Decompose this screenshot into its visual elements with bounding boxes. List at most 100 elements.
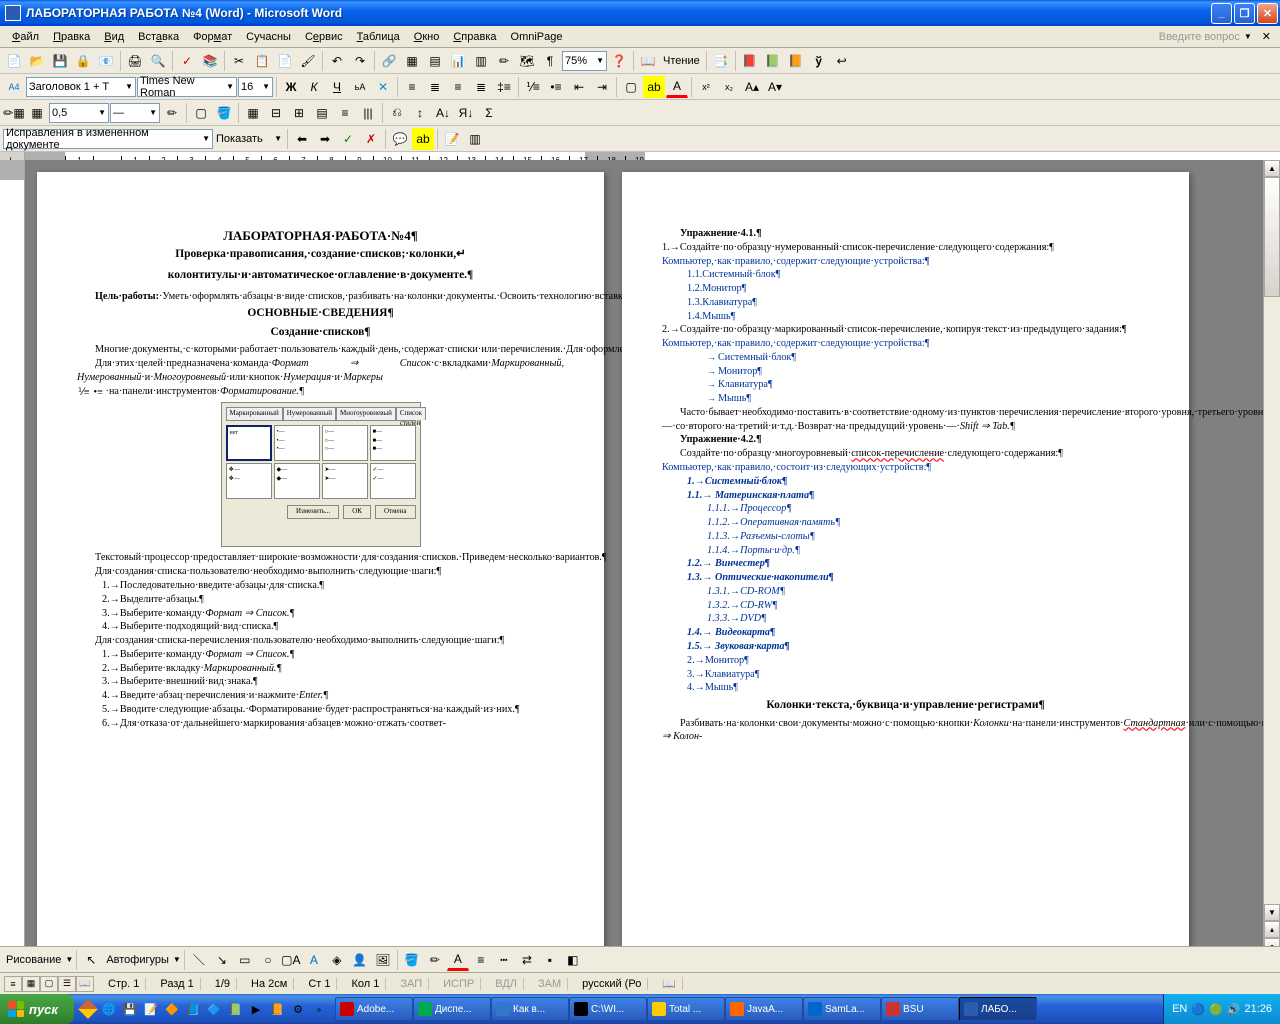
doc-close-button[interactable]: ✕ xyxy=(1258,30,1275,43)
select-objects-button[interactable]: ↖ xyxy=(80,949,102,971)
outline-view-button[interactable]: ☰ xyxy=(58,976,76,992)
sort-asc-button[interactable]: A↓ xyxy=(432,102,454,124)
menu-edit[interactable]: Правка xyxy=(46,29,97,45)
align-right-button[interactable]: ≡ xyxy=(447,76,469,98)
help-button[interactable]: ❓ xyxy=(608,50,630,72)
reading-view-button[interactable]: 📖 xyxy=(76,976,94,992)
ql-app2-icon[interactable]: 📘 xyxy=(183,998,203,1020)
reading-label[interactable]: Чтение xyxy=(660,55,703,67)
merge-cells-button[interactable]: ⊟ xyxy=(265,102,287,124)
align-cell-button[interactable]: ▤ xyxy=(311,102,333,124)
omni-btn1[interactable]: 📑 xyxy=(710,50,732,72)
scroll-up-button[interactable]: ▲ xyxy=(1264,160,1280,177)
text-direction-button[interactable]: ↕ xyxy=(409,102,431,124)
tray-clock[interactable]: 21:26 xyxy=(1244,1003,1272,1015)
hyperlink-button[interactable]: 🔗 xyxy=(378,50,400,72)
font-color2-button[interactable]: A xyxy=(447,949,469,971)
tray-icon2[interactable]: 🟢 xyxy=(1209,1003,1223,1016)
font-size-combo[interactable]: 16▼ xyxy=(238,77,273,97)
menu-format[interactable]: Формат xyxy=(186,29,239,45)
display-for-review-combo[interactable]: Исправления в измененном документе▼ xyxy=(3,129,213,149)
rectangle-button[interactable]: ▭ xyxy=(234,949,256,971)
accept-button[interactable]: ✓ xyxy=(337,128,359,150)
shading-color-button[interactable]: 🪣 xyxy=(213,102,235,124)
omni-btn3[interactable]: 📗 xyxy=(762,50,784,72)
close-button[interactable]: ✕ xyxy=(1257,3,1278,24)
autoformat-button[interactable]: ⎌ xyxy=(386,102,408,124)
line-button[interactable]: ＼ xyxy=(188,949,210,971)
bullets-button[interactable]: •≡ xyxy=(545,76,567,98)
show-para-button[interactable]: ¶ xyxy=(539,50,561,72)
reading-layout-button[interactable]: 📖 xyxy=(637,50,659,72)
ql-app5-icon[interactable]: ▶ xyxy=(246,998,266,1020)
tbl-draw-button[interactable]: ✏▦ xyxy=(3,102,25,124)
status-vdl[interactable]: ВДЛ xyxy=(489,978,524,990)
save-button[interactable]: 💾 xyxy=(49,50,71,72)
zoom-combo[interactable]: 75%▼ xyxy=(562,51,607,71)
status-zap[interactable]: ЗАП xyxy=(394,978,429,990)
shadow-button[interactable]: ▪ xyxy=(539,949,561,971)
review-pane-button[interactable]: ▥ xyxy=(464,128,486,150)
sort-desc-button[interactable]: Я↓ xyxy=(455,102,477,124)
highlight-button[interactable]: ab xyxy=(643,76,665,98)
task-bsu[interactable]: BSU xyxy=(881,997,959,1021)
redo-button[interactable]: ↷ xyxy=(349,50,371,72)
ql-desktop-icon[interactable] xyxy=(78,998,98,1020)
distribute-cols-button[interactable]: ||| xyxy=(357,102,379,124)
tables-borders-button[interactable]: ▦ xyxy=(401,50,423,72)
new-doc-button[interactable]: 📄 xyxy=(3,50,25,72)
research-button[interactable]: 📚 xyxy=(199,50,221,72)
insert-table-button[interactable]: ▤ xyxy=(424,50,446,72)
ql-app3-icon[interactable]: 🔷 xyxy=(204,998,224,1020)
ql-save-icon[interactable]: 💾 xyxy=(120,998,140,1020)
line-style-combo[interactable]: 0,5▼ xyxy=(49,103,109,123)
superscript-button[interactable]: x² xyxy=(695,76,717,98)
highlight2-button[interactable]: ab xyxy=(412,128,434,150)
insert-table2-button[interactable]: ▦ xyxy=(242,102,264,124)
arrow-button[interactable]: ↘ xyxy=(211,949,233,971)
menu-view[interactable]: Вид xyxy=(97,29,131,45)
excel-button[interactable]: 📊 xyxy=(447,50,469,72)
decrease-indent-button[interactable]: ⇤ xyxy=(568,76,590,98)
ql-ie-icon[interactable]: 🌐 xyxy=(99,998,119,1020)
ql-expand-icon[interactable]: » xyxy=(309,998,329,1020)
tray-icon3[interactable]: 🔊 xyxy=(1227,1003,1241,1016)
ql-app4-icon[interactable]: 📗 xyxy=(225,998,245,1020)
task-samla[interactable]: SamLa... xyxy=(803,997,881,1021)
format-painter-button[interactable]: 🖌 xyxy=(297,50,319,72)
align-justify-button[interactable]: ≣ xyxy=(470,76,492,98)
menu-omnipage[interactable]: OmniPage xyxy=(504,29,570,45)
scroll-down-button[interactable]: ▼ xyxy=(1264,904,1280,921)
font-effects-button[interactable]: ✕ xyxy=(372,76,394,98)
task-dispe[interactable]: Диспе... xyxy=(413,997,491,1021)
scroll-thumb[interactable] xyxy=(1264,177,1280,297)
menu-service[interactable]: Сервис xyxy=(298,29,350,45)
drawing-menu-label[interactable]: Рисование xyxy=(3,954,64,966)
autoshapes-menu[interactable]: Автофигуры xyxy=(103,954,172,966)
columns-button[interactable]: ▥ xyxy=(470,50,492,72)
next-change-button[interactable]: ➡ xyxy=(314,128,336,150)
shrink-font-button[interactable]: A▾ xyxy=(764,76,786,98)
dash-style-button[interactable]: ┅ xyxy=(493,949,515,971)
mail-button[interactable]: 📧 xyxy=(95,50,117,72)
task-cmd[interactable]: C:\WI... xyxy=(569,997,647,1021)
underline-button[interactable]: Ч xyxy=(326,76,348,98)
autosum-button[interactable]: Σ xyxy=(478,102,500,124)
help-search-box[interactable]: Введите вопрос xyxy=(1159,31,1244,43)
menu-table[interactable]: Таблица xyxy=(350,29,407,45)
status-zam[interactable]: ЗАМ xyxy=(532,978,568,990)
menu-window[interactable]: Окно xyxy=(407,29,447,45)
font-combo[interactable]: Times New Roman▼ xyxy=(137,77,237,97)
textbox-button[interactable]: ▢A xyxy=(280,949,302,971)
reject-button[interactable]: ✗ xyxy=(360,128,382,150)
align-left-button[interactable]: ≡ xyxy=(401,76,423,98)
status-spell-icon[interactable]: 📖 xyxy=(656,977,683,990)
print-button[interactable]: 🖨 xyxy=(124,50,146,72)
font-color-button[interactable]: A xyxy=(666,76,688,98)
comment-button[interactable]: 💬 xyxy=(389,128,411,150)
line-weight-combo[interactable]: —▼ xyxy=(110,103,160,123)
paste-button[interactable]: 📄 xyxy=(274,50,296,72)
fill-color-button[interactable]: 🪣 xyxy=(401,949,423,971)
line-color-button[interactable]: ✏ xyxy=(424,949,446,971)
menu-suchasny[interactable]: Сучасны xyxy=(239,29,298,45)
